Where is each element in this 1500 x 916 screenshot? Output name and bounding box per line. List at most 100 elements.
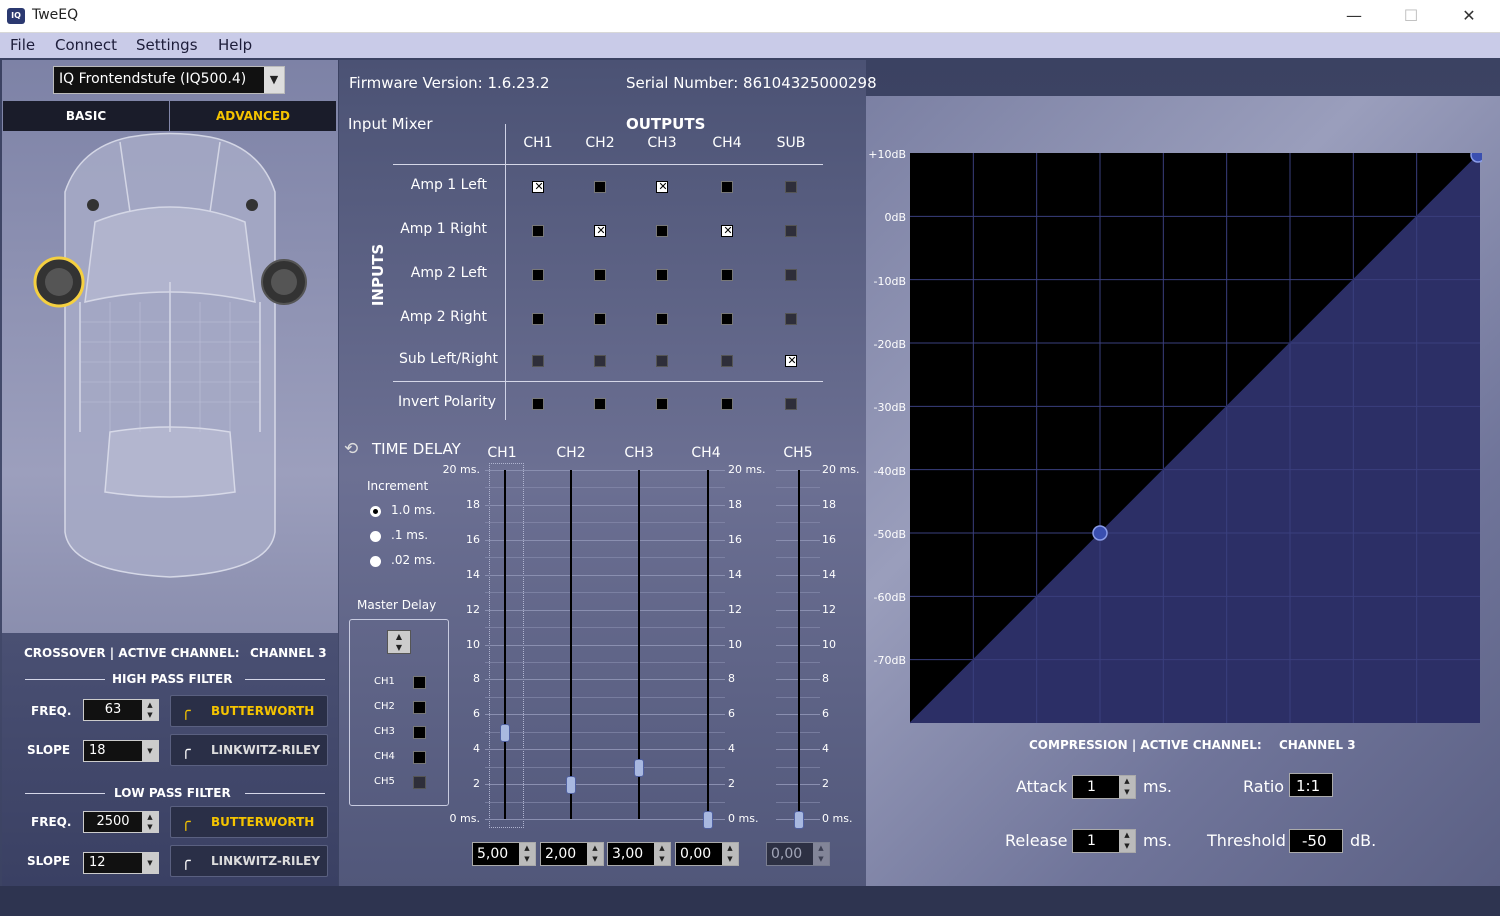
mixer-column-ch3: CH3 (647, 135, 677, 151)
delay-slider-knob[interactable] (566, 776, 576, 795)
hpf-butterworth-button[interactable]: ╭ BUTTERWORTH (170, 695, 328, 727)
master-channel-checkbox[interactable] (413, 751, 426, 764)
chevron-down-icon[interactable]: ▼ (264, 67, 284, 93)
device-select[interactable]: IQ Frontendstufe (IQ500.4) ▼ (53, 66, 285, 94)
tab-basic[interactable]: BASIC (3, 101, 169, 131)
delay-value-stepper[interactable]: 3,00 ▲ ▼ (607, 842, 671, 866)
delay-slider-track[interactable] (570, 470, 572, 819)
mixer-checkbox[interactable] (785, 225, 797, 237)
delay-slider-track[interactable] (504, 470, 506, 819)
mixer-checkbox[interactable] (532, 269, 544, 281)
invert-polarity-checkbox[interactable] (721, 398, 733, 410)
mixer-checkbox[interactable] (656, 269, 668, 281)
mixer-checkbox[interactable] (532, 225, 544, 237)
delay-scale-label: 18 (822, 497, 836, 511)
stepper-arrows-icon[interactable]: ▲ ▼ (654, 843, 670, 865)
delay-gridline (485, 801, 725, 803)
attack-label: Attack (1016, 777, 1068, 796)
menu-settings[interactable]: Settings (136, 36, 198, 54)
mixer-checkbox[interactable] (785, 313, 797, 325)
master-channel-checkbox[interactable] (413, 676, 426, 689)
increment-radio[interactable] (370, 556, 381, 567)
delay-slider-knob[interactable] (703, 811, 713, 829)
minimize-button[interactable]: — (1331, 4, 1377, 28)
mixer-checkbox[interactable] (656, 313, 668, 325)
hpf-slope-select[interactable]: 18 ▼ (83, 740, 159, 762)
increment-option-label: .02 ms. (391, 553, 436, 567)
mixer-checkbox[interactable] (532, 355, 544, 367)
chevron-down-icon[interactable]: ▼ (142, 853, 158, 873)
mixer-checkbox[interactable] (656, 355, 668, 367)
invert-polarity-checkbox[interactable] (532, 398, 544, 410)
chevron-down-icon[interactable]: ▼ (142, 741, 158, 761)
mixer-checkbox[interactable] (721, 269, 733, 281)
delay-slider-track[interactable] (707, 470, 709, 819)
mixer-header-divider (393, 164, 823, 165)
mixer-checkbox[interactable] (721, 224, 734, 237)
lpf-freq-stepper[interactable]: 2500 ▲ ▼ (83, 811, 159, 833)
stepper-arrows-icon[interactable]: ▲ ▼ (587, 843, 603, 865)
close-button[interactable]: ✕ (1446, 4, 1492, 28)
tab-advanced[interactable]: ADVANCED (170, 101, 336, 131)
delay-value-stepper[interactable]: 0,00 ▲ ▼ (675, 842, 739, 866)
reset-icon[interactable]: ⟲ (344, 439, 358, 459)
delay-scale-label: 10 (466, 637, 480, 651)
master-delay-stepper[interactable]: ▲ ▼ (387, 630, 411, 654)
menu-file[interactable]: File (10, 36, 35, 54)
delay-slider-knob[interactable] (500, 723, 510, 742)
mixer-checkbox[interactable] (594, 224, 607, 237)
mixer-checkbox[interactable] (656, 180, 669, 193)
stepper-arrows-icon[interactable]: ▲ ▼ (722, 843, 738, 865)
mixer-checkbox[interactable] (721, 355, 733, 367)
mixer-checkbox[interactable] (785, 354, 798, 367)
delay-value-stepper[interactable]: 0,00 ▲ ▼ (766, 842, 830, 866)
increment-radio[interactable] (370, 531, 381, 542)
invert-polarity-checkbox[interactable] (594, 398, 606, 410)
stepper-arrows-icon[interactable]: ▲ ▼ (142, 812, 158, 832)
increment-radio[interactable] (370, 506, 381, 517)
delay-scale-label: 20 ms. (822, 463, 860, 476)
lpf-linkwitz-button[interactable]: ╭ LINKWITZ-RILEY (170, 845, 328, 877)
delay-slider-track[interactable] (798, 470, 800, 819)
mixer-checkbox[interactable] (532, 313, 544, 325)
release-stepper[interactable]: 1 ▲ ▼ (1072, 829, 1136, 853)
hpf-linkwitz-button[interactable]: ╭ LINKWITZ-RILEY (170, 734, 328, 766)
delay-value-stepper[interactable]: 2,00 ▲ ▼ (540, 842, 604, 866)
delay-channel-ch2: CH2 (556, 445, 586, 461)
master-channel-checkbox[interactable] (413, 726, 426, 739)
stepper-arrows-icon[interactable]: ▲ ▼ (519, 843, 535, 865)
menu-connect[interactable]: Connect (55, 36, 117, 54)
threshold-handle[interactable] (1092, 525, 1108, 541)
delay-value-stepper[interactable]: 5,00 ▲ ▼ (472, 842, 536, 866)
mixer-checkbox[interactable] (594, 313, 606, 325)
mixer-checkbox[interactable] (721, 313, 733, 325)
mixer-checkbox[interactable] (594, 181, 606, 193)
mixer-checkbox[interactable] (594, 355, 606, 367)
master-channel-checkbox[interactable] (413, 776, 426, 789)
stepper-arrows-icon[interactable]: ▲ ▼ (142, 700, 158, 720)
threshold-field[interactable]: -50 (1289, 829, 1343, 853)
hpf-freq-stepper[interactable]: 63 ▲ ▼ (83, 699, 159, 721)
mixer-checkbox[interactable] (721, 181, 733, 193)
lpf-slope-select[interactable]: 12 ▼ (83, 852, 159, 874)
invert-polarity-checkbox[interactable] (785, 398, 797, 410)
maximize-button[interactable]: ☐ (1388, 4, 1434, 28)
menu-help[interactable]: Help (218, 36, 252, 54)
stepper-arrows-icon[interactable]: ▲ ▼ (813, 843, 829, 865)
mixer-checkbox[interactable] (785, 181, 797, 193)
invert-polarity-checkbox[interactable] (656, 398, 668, 410)
lpf-butterworth-button[interactable]: ╭ BUTTERWORTH (170, 806, 328, 838)
mixer-checkbox[interactable] (594, 269, 606, 281)
attack-stepper[interactable]: 1 ▲ ▼ (1072, 775, 1136, 799)
delay-gridline (485, 592, 725, 594)
mixer-checkbox[interactable] (532, 180, 545, 193)
mixer-checkbox[interactable] (656, 225, 668, 237)
delay-slider-knob[interactable] (634, 758, 644, 777)
mixer-checkbox[interactable] (785, 269, 797, 281)
stepper-arrows-icon[interactable]: ▲ ▼ (1119, 830, 1135, 852)
master-channel-checkbox[interactable] (413, 701, 426, 714)
db-axis-label: +10dB (868, 148, 906, 161)
ratio-field[interactable]: 1:1 (1289, 773, 1333, 797)
delay-slider-knob[interactable] (794, 811, 804, 829)
stepper-arrows-icon[interactable]: ▲ ▼ (1119, 776, 1135, 798)
